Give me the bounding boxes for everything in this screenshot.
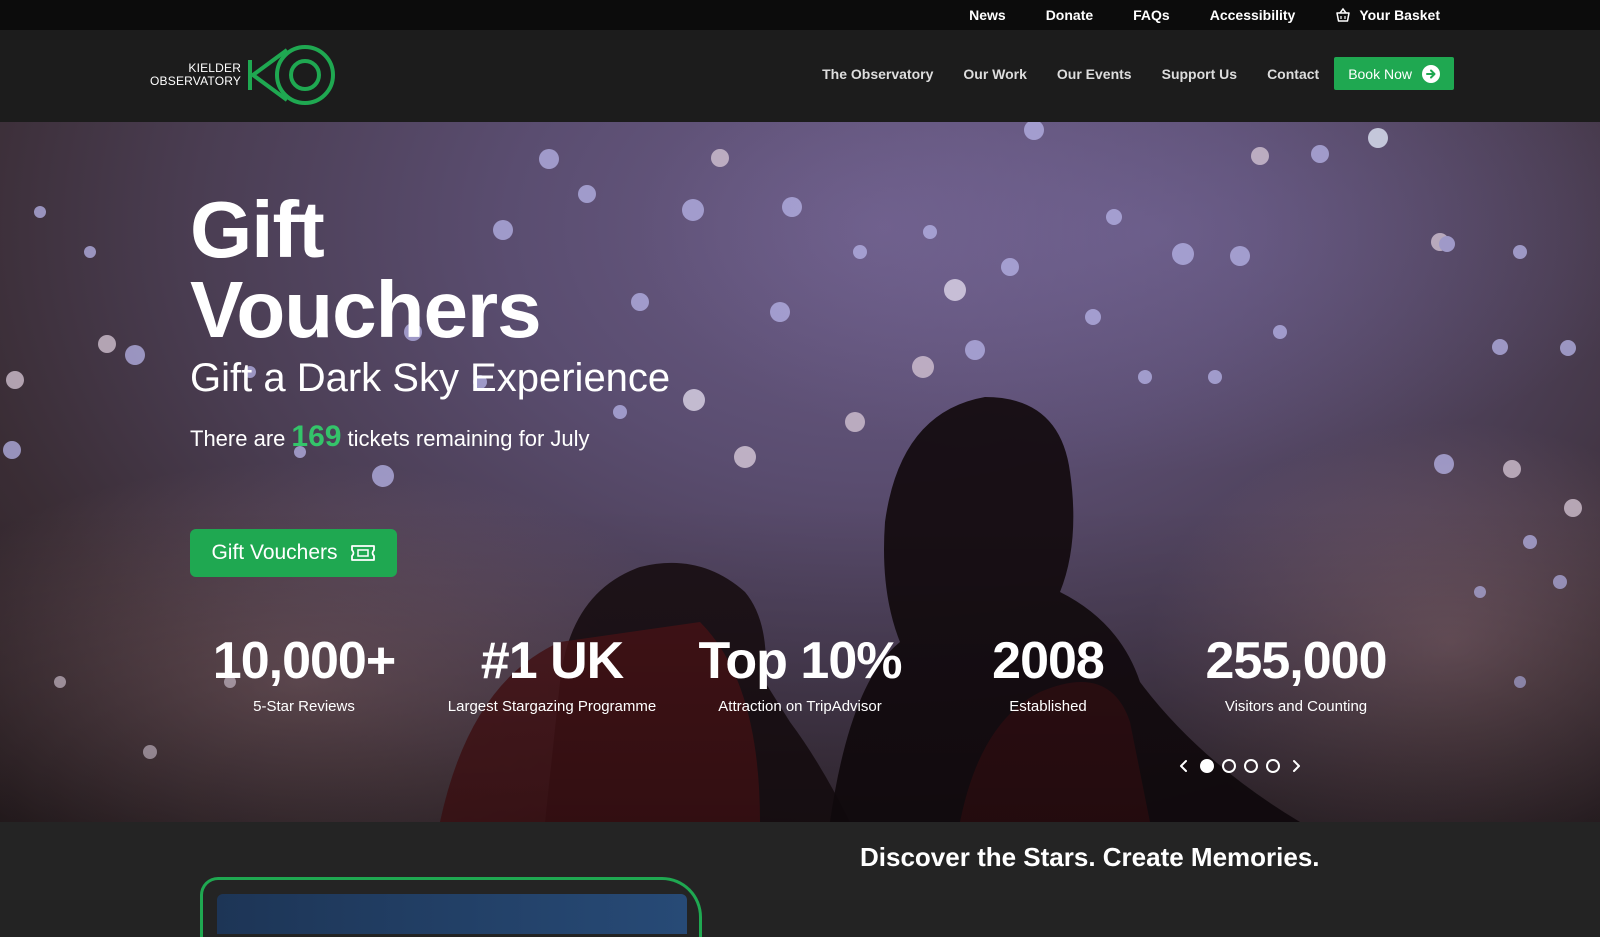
- carousel-dot-2[interactable]: [1222, 759, 1236, 773]
- intro-section: Discover the Stars. Create Memories.: [0, 822, 1600, 937]
- stat-item: 10,000+ 5-Star Reviews: [180, 630, 428, 720]
- hero-title-line-1: Gift: [190, 185, 325, 274]
- stat-label: Established: [1009, 698, 1087, 715]
- arrow-circle-right-icon: [1422, 64, 1440, 83]
- carousel-controls: [1176, 758, 1304, 774]
- nav-item-support-us[interactable]: Support Us: [1162, 66, 1237, 82]
- logo-mark-icon: [248, 45, 336, 105]
- stat-item: #1 UK Largest Stargazing Programme: [428, 630, 676, 720]
- stat-value: 255,000: [1205, 632, 1388, 690]
- carousel-dot-4[interactable]: [1266, 759, 1280, 773]
- tickets-prefix: There are: [190, 426, 286, 451]
- tickets-count: 169: [291, 420, 342, 453]
- chevron-left-icon[interactable]: [1176, 758, 1192, 774]
- feature-card-frame: [200, 877, 702, 937]
- nav-item-our-work[interactable]: Our Work: [963, 66, 1027, 82]
- tickets-remaining: There are 169 tickets remaining for July: [190, 420, 590, 454]
- stat-value: Top 10%: [698, 632, 903, 690]
- stat-label: 5-Star Reviews: [253, 698, 355, 715]
- nav-item-our-events[interactable]: Our Events: [1057, 66, 1132, 82]
- ticket-icon: [350, 545, 375, 561]
- gift-vouchers-button[interactable]: Gift Vouchers: [190, 529, 397, 577]
- nav-item-observatory[interactable]: The Observatory: [822, 66, 933, 82]
- logo-line-2: OBSERVATORY: [150, 74, 242, 88]
- stat-label: Attraction on TripAdvisor: [718, 698, 882, 715]
- hero-subtitle: Gift a Dark Sky Experience: [190, 356, 671, 400]
- hero-slider: Gift Vouchers Gift a Dark Sky Experience…: [0, 122, 1600, 822]
- carousel-dot-1[interactable]: [1200, 759, 1214, 773]
- book-now-button[interactable]: Book Now: [1334, 57, 1454, 90]
- utility-bar: News Donate FAQs Accessibility Your Bask…: [0, 0, 1600, 30]
- basket-link[interactable]: Your Basket: [1335, 7, 1440, 23]
- carousel-dot-3[interactable]: [1244, 759, 1258, 773]
- stat-item: 255,000 Visitors and Counting: [1172, 630, 1420, 720]
- stat-value: 2008: [992, 632, 1105, 690]
- nav-item-contact[interactable]: Contact: [1267, 66, 1319, 82]
- feature-card-image: [217, 894, 687, 934]
- utility-link-accessibility[interactable]: Accessibility: [1210, 7, 1296, 23]
- site-logo[interactable]: KIELDER OBSERVATORY: [150, 44, 337, 106]
- stat-label: Visitors and Counting: [1224, 698, 1368, 715]
- hero-title-line-2: Vouchers: [190, 265, 542, 354]
- stat-item: Top 10% Attraction on TripAdvisor: [676, 630, 924, 720]
- utility-links: News Donate FAQs Accessibility Your Bask…: [969, 0, 1440, 30]
- stats-row: 10,000+ 5-Star Reviews #1 UK Largest Sta…: [180, 630, 1420, 720]
- book-now-label: Book Now: [1348, 65, 1412, 82]
- stat-item: 2008 Established: [924, 630, 1172, 720]
- chevron-right-icon[interactable]: [1288, 758, 1304, 774]
- section-heading: Discover the Stars. Create Memories.: [860, 842, 1320, 872]
- utility-link-news[interactable]: News: [969, 7, 1006, 23]
- hero-title: Gift Vouchers: [190, 190, 790, 350]
- utility-link-donate[interactable]: Donate: [1046, 7, 1093, 23]
- gift-vouchers-label: Gift Vouchers: [211, 541, 338, 564]
- utility-link-faqs[interactable]: FAQs: [1133, 7, 1170, 23]
- basket-label: Your Basket: [1359, 7, 1440, 23]
- stat-label: Largest Stargazing Programme: [447, 698, 657, 715]
- tickets-suffix: tickets remaining for July: [347, 426, 590, 451]
- logo-text: KIELDER OBSERVATORY: [150, 62, 241, 88]
- primary-nav: The Observatory Our Work Our Events Supp…: [792, 57, 1454, 90]
- stat-value: 10,000+: [212, 632, 396, 690]
- stat-value: #1 UK: [480, 632, 624, 690]
- basket-icon: [1336, 7, 1351, 22]
- main-nav: KIELDER OBSERVATORY The Observatory Our …: [0, 30, 1600, 122]
